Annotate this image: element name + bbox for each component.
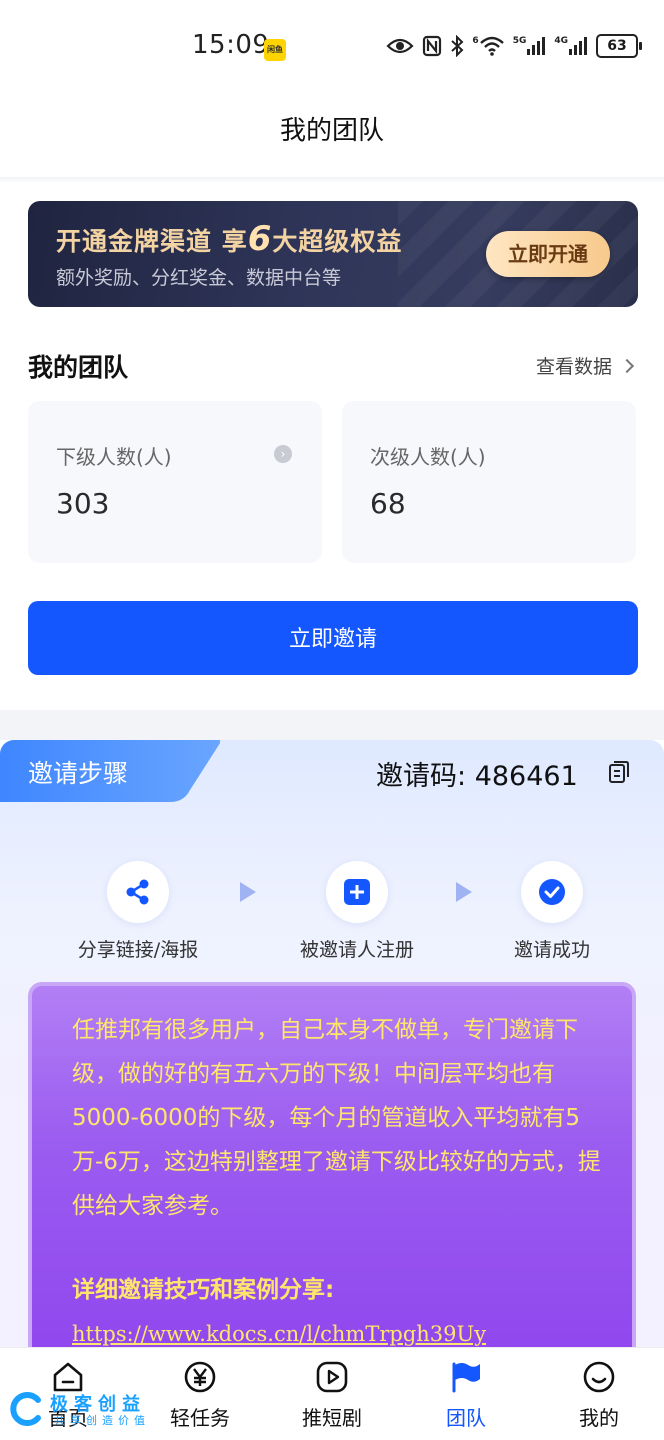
stat-label: 下级人数(人)	[56, 445, 172, 469]
step-icon-wrap	[521, 861, 583, 923]
step-share: 分享链接/海报	[68, 861, 208, 962]
yen-icon	[184, 1361, 216, 1393]
banner-title: 开通金牌渠道 享6大超级权益	[56, 219, 402, 259]
home-icon	[53, 1362, 83, 1392]
logo-icon	[10, 1392, 41, 1426]
invite-code-value: 486461	[474, 761, 578, 792]
step-icon-wrap	[107, 861, 169, 923]
stat-value: 303	[56, 487, 110, 520]
step-success: 邀请成功	[482, 861, 622, 962]
signal-5g: 5G	[513, 36, 547, 56]
invite-tips-box: 任推邦有很多用户，自己本身不做单，专门邀请下级，做的好的有五六万的下级！中间层平…	[28, 982, 636, 1360]
status-icons: 6 5G 4G 63	[386, 34, 642, 58]
chevron-right-icon	[619, 358, 635, 373]
invite-code: 邀请码: 486461	[376, 754, 578, 793]
step-icon-wrap	[326, 861, 388, 923]
step-label: 被邀请人注册	[299, 939, 414, 961]
subordinate-count-card[interactable]: 下级人数(人) › 303	[28, 401, 322, 563]
step-arrow-icon	[456, 882, 472, 902]
invite-steps-panel: 邀请步骤 邀请码: 486461 分享链接/海报 被邀请人注册 邀请成功 任推邦…	[0, 740, 664, 1360]
copy-icon[interactable]	[608, 760, 630, 784]
watermark-subtitle: 共享创造价值	[54, 1414, 150, 1427]
nav-label: 推短剧	[302, 1406, 362, 1430]
invite-code-label: 邀请码:	[376, 761, 467, 792]
banner-subtitle: 额外奖励、分红奖金、数据中台等	[56, 267, 342, 289]
step-label: 邀请成功	[513, 939, 590, 961]
stat-label: 次级人数(人)	[370, 445, 486, 469]
view-data-link[interactable]: 查看数据	[535, 352, 635, 379]
tips-link[interactable]: https://www.kdocs.cn/l/chmTrpgh39Uy	[72, 1322, 486, 1346]
status-time: 15:09	[192, 30, 270, 60]
banner-title-number: 6	[247, 219, 273, 259]
section-divider	[0, 710, 664, 740]
invite-now-button[interactable]: 立即邀请	[28, 601, 638, 675]
header-divider	[0, 177, 664, 183]
step-arrow-icon	[240, 882, 256, 902]
stat-value: 68	[370, 487, 406, 520]
nav-label: 我的	[579, 1406, 619, 1430]
step-label: 分享链接/海报	[77, 939, 199, 961]
view-data-label: 查看数据	[535, 356, 612, 378]
gold-channel-banner[interactable]: 开通金牌渠道 享6大超级权益 额外奖励、分红奖金、数据中台等 立即开通	[28, 201, 638, 307]
nfc-icon	[423, 35, 442, 57]
plus-icon	[344, 879, 370, 905]
nav-item-team[interactable]: 团队	[400, 1360, 532, 1431]
eye-icon	[386, 38, 414, 54]
steps-tab-title: 邀请步骤	[28, 759, 129, 788]
team-heading: 我的团队	[28, 353, 129, 382]
app-notification-badge: 闲鱼	[264, 39, 286, 61]
tips-link-title: 详细邀请技巧和案例分享:	[72, 1277, 335, 1303]
secondary-count-card: 次级人数(人) 68	[342, 401, 636, 563]
battery-indicator: 63	[596, 34, 642, 58]
banner-title-prefix: 开通金牌渠道 享	[56, 227, 248, 256]
chevron-right-icon[interactable]: ›	[274, 445, 292, 463]
play-icon	[316, 1361, 348, 1393]
check-icon	[539, 879, 565, 905]
smile-icon	[583, 1361, 615, 1393]
flag-icon	[452, 1362, 480, 1393]
signal-4g: 4G	[554, 36, 588, 56]
nav-item-mine[interactable]: 我的	[533, 1360, 664, 1431]
open-now-button[interactable]: 立即开通	[486, 231, 610, 277]
page-title: 我的团队	[279, 116, 384, 146]
nav-label: 团队	[446, 1406, 486, 1430]
watermark-logo: 极客创益 共享创造价值	[6, 1390, 176, 1430]
share-icon	[126, 879, 149, 905]
nav-item-short-drama[interactable]: 推短剧	[266, 1360, 398, 1431]
wifi-indicator: 6	[472, 36, 504, 56]
status-bar: 15:09 闲鱼 6 5G 4G 63	[0, 0, 664, 100]
wifi-icon	[479, 36, 504, 56]
signal-bars-icon	[569, 37, 587, 55]
bluetooth-icon	[451, 35, 464, 57]
signal-bars-icon	[527, 37, 546, 55]
invite-tips-text: 任推邦有很多用户，自己本身不做单，专门邀请下级，做的好的有五六万的下级！中间层平…	[72, 1017, 601, 1219]
banner-title-suffix: 大超级权益	[272, 227, 403, 256]
step-register: 被邀请人注册	[287, 861, 427, 962]
